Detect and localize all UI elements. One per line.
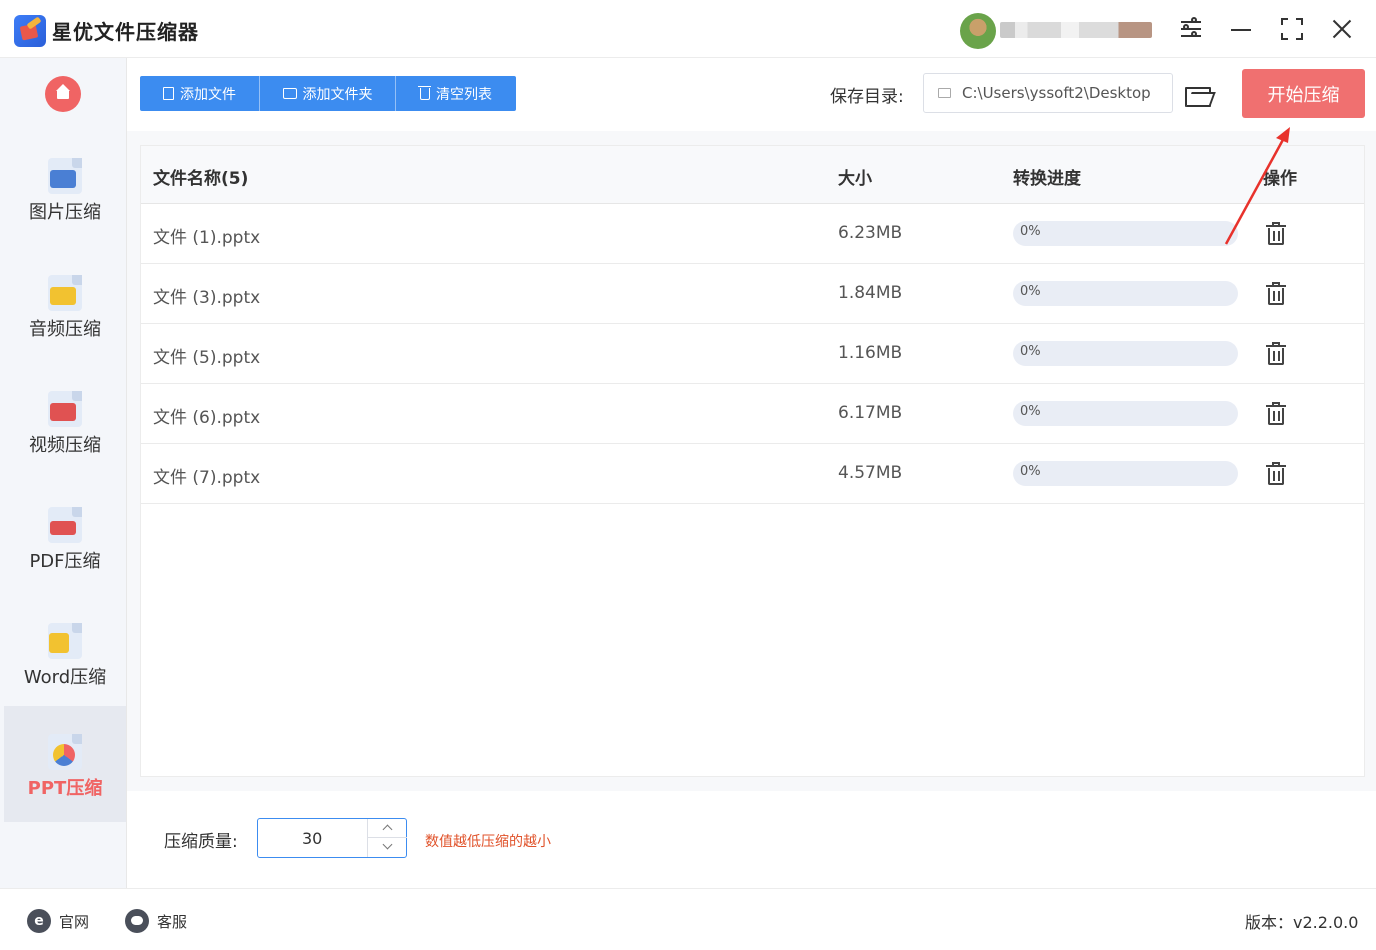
maximize-icon[interactable] <box>1279 16 1305 42</box>
header-progress: 转换进度 <box>1013 169 1081 189</box>
file-icon <box>163 87 174 100</box>
pdf-icon <box>48 507 82 543</box>
sidebar-item-video[interactable]: 视频压缩 <box>4 363 126 479</box>
delete-icon[interactable] <box>1266 282 1286 306</box>
progress-text: 0% <box>1020 284 1041 299</box>
delete-icon[interactable] <box>1266 462 1286 486</box>
file-size: 6.23MB <box>838 223 903 243</box>
sidebar-item-ppt[interactable]: PPT压缩 <box>4 706 126 822</box>
open-folder-icon[interactable] <box>1185 84 1211 107</box>
file-table: 文件名称(5) 大小 转换进度 操作 文件 (1).pptx 6.23MB 0%… <box>140 145 1365 777</box>
progress-text: 0% <box>1020 404 1041 419</box>
save-dir-input[interactable]: C:\Users\yssoft2\Desktop <box>923 73 1173 113</box>
file-size: 1.16MB <box>838 343 903 363</box>
progress-bar: 0% <box>1013 341 1238 366</box>
progress-bar: 0% <box>1013 461 1238 486</box>
title-bar: 星优文件压缩器 <box>0 0 1376 58</box>
progress-bar: 0% <box>1013 281 1238 306</box>
sidebar-item-image[interactable]: 图片压缩 <box>4 130 126 246</box>
header-size: 大小 <box>838 169 872 189</box>
image-icon <box>48 158 82 194</box>
settings-sliders-icon[interactable] <box>1179 16 1205 42</box>
file-name: 文件 (6).pptx <box>153 408 261 428</box>
version-text: 版本：v2.2.0.0 <box>1245 913 1359 932</box>
footer: e 官网 客服 版本：v2.2.0.0 <box>0 888 1376 950</box>
file-size: 1.84MB <box>838 283 903 303</box>
sidebar-item-label: PDF压缩 <box>29 551 101 572</box>
minimize-icon[interactable] <box>1229 16 1255 42</box>
file-button-group: 添加文件 添加文件夹 清空列表 <box>140 76 516 111</box>
chevron-up-icon[interactable] <box>368 819 407 838</box>
support-label: 客服 <box>157 912 188 931</box>
quality-stepper[interactable]: 30 <box>257 818 407 858</box>
sidebar-item-label: 图片压缩 <box>29 202 101 223</box>
file-name: 文件 (5).pptx <box>153 348 261 368</box>
chevron-down-icon[interactable] <box>368 838 407 857</box>
file-name: 文件 (3).pptx <box>153 288 261 308</box>
music-icon <box>48 275 82 311</box>
support-link[interactable]: 客服 <box>125 909 187 933</box>
app-title: 星优文件压缩器 <box>52 20 199 44</box>
website-link[interactable]: e 官网 <box>27 909 89 933</box>
home-icon[interactable] <box>45 76 81 112</box>
trash-icon <box>418 85 431 100</box>
sidebar-item-label: Word压缩 <box>23 667 107 688</box>
browser-icon: e <box>27 909 51 933</box>
file-name: 文件 (1).pptx <box>153 228 261 248</box>
annotation-arrow <box>1224 127 1290 245</box>
close-icon[interactable] <box>1329 16 1355 42</box>
sidebar-item-audio[interactable]: 音频压缩 <box>4 247 126 363</box>
stepper-controls <box>367 819 407 857</box>
add-file-label: 添加文件 <box>180 86 236 103</box>
word-icon <box>48 623 82 659</box>
progress-bar: 0% <box>1013 221 1238 246</box>
folder-icon <box>282 88 297 99</box>
file-name: 文件 (7).pptx <box>153 468 261 488</box>
table-row[interactable]: 文件 (3).pptx 1.84MB 0% <box>141 264 1364 324</box>
delete-icon[interactable] <box>1266 342 1286 366</box>
app-logo <box>14 15 46 47</box>
quality-hint: 数值越低压缩的越小 <box>425 834 551 850</box>
file-size: 6.17MB <box>838 403 903 423</box>
sidebar-item-label: 音频压缩 <box>29 319 101 340</box>
add-file-button[interactable]: 添加文件 <box>140 76 260 111</box>
add-folder-button[interactable]: 添加文件夹 <box>260 76 396 111</box>
table-row[interactable]: 文件 (7).pptx 4.57MB 0% <box>141 444 1364 504</box>
file-size: 4.57MB <box>838 463 903 483</box>
table-row[interactable]: 文件 (5).pptx 1.16MB 0% <box>141 324 1364 384</box>
header-name: 文件名称(5) <box>153 169 249 189</box>
sidebar: 图片压缩 音频压缩 视频压缩 PDF压缩 Word压缩 PPT压缩 <box>0 58 127 888</box>
clear-list-label: 清空列表 <box>436 86 492 103</box>
progress-text: 0% <box>1020 224 1041 239</box>
ppt-icon <box>48 734 82 770</box>
save-dir-path: C:\Users\yssoft2\Desktop <box>962 84 1151 102</box>
progress-text: 0% <box>1020 464 1041 479</box>
folder-icon <box>938 88 951 98</box>
save-dir-label: 保存目录: <box>830 87 904 107</box>
progress-text: 0% <box>1020 344 1041 359</box>
table-row[interactable]: 文件 (6).pptx 6.17MB 0% <box>141 384 1364 444</box>
quality-value[interactable]: 30 <box>302 829 322 848</box>
table-row[interactable]: 文件 (1).pptx 6.23MB 0% <box>141 204 1364 264</box>
quality-label: 压缩质量: <box>164 832 238 852</box>
sidebar-item-word[interactable]: Word压缩 <box>4 595 126 711</box>
progress-bar: 0% <box>1013 401 1238 426</box>
video-icon <box>48 391 82 427</box>
sidebar-item-pdf[interactable]: PDF压缩 <box>4 479 126 595</box>
user-avatar[interactable] <box>960 13 996 49</box>
clear-list-button[interactable]: 清空列表 <box>396 76 516 111</box>
sidebar-item-label: 视频压缩 <box>29 435 101 456</box>
sidebar-item-label: PPT压缩 <box>27 778 103 799</box>
table-header: 文件名称(5) 大小 转换进度 操作 <box>141 146 1364 204</box>
website-label: 官网 <box>59 912 90 931</box>
delete-icon[interactable] <box>1266 402 1286 426</box>
user-name-blurred[interactable] <box>1000 22 1152 38</box>
chat-icon <box>125 909 149 933</box>
add-folder-label: 添加文件夹 <box>302 86 373 103</box>
